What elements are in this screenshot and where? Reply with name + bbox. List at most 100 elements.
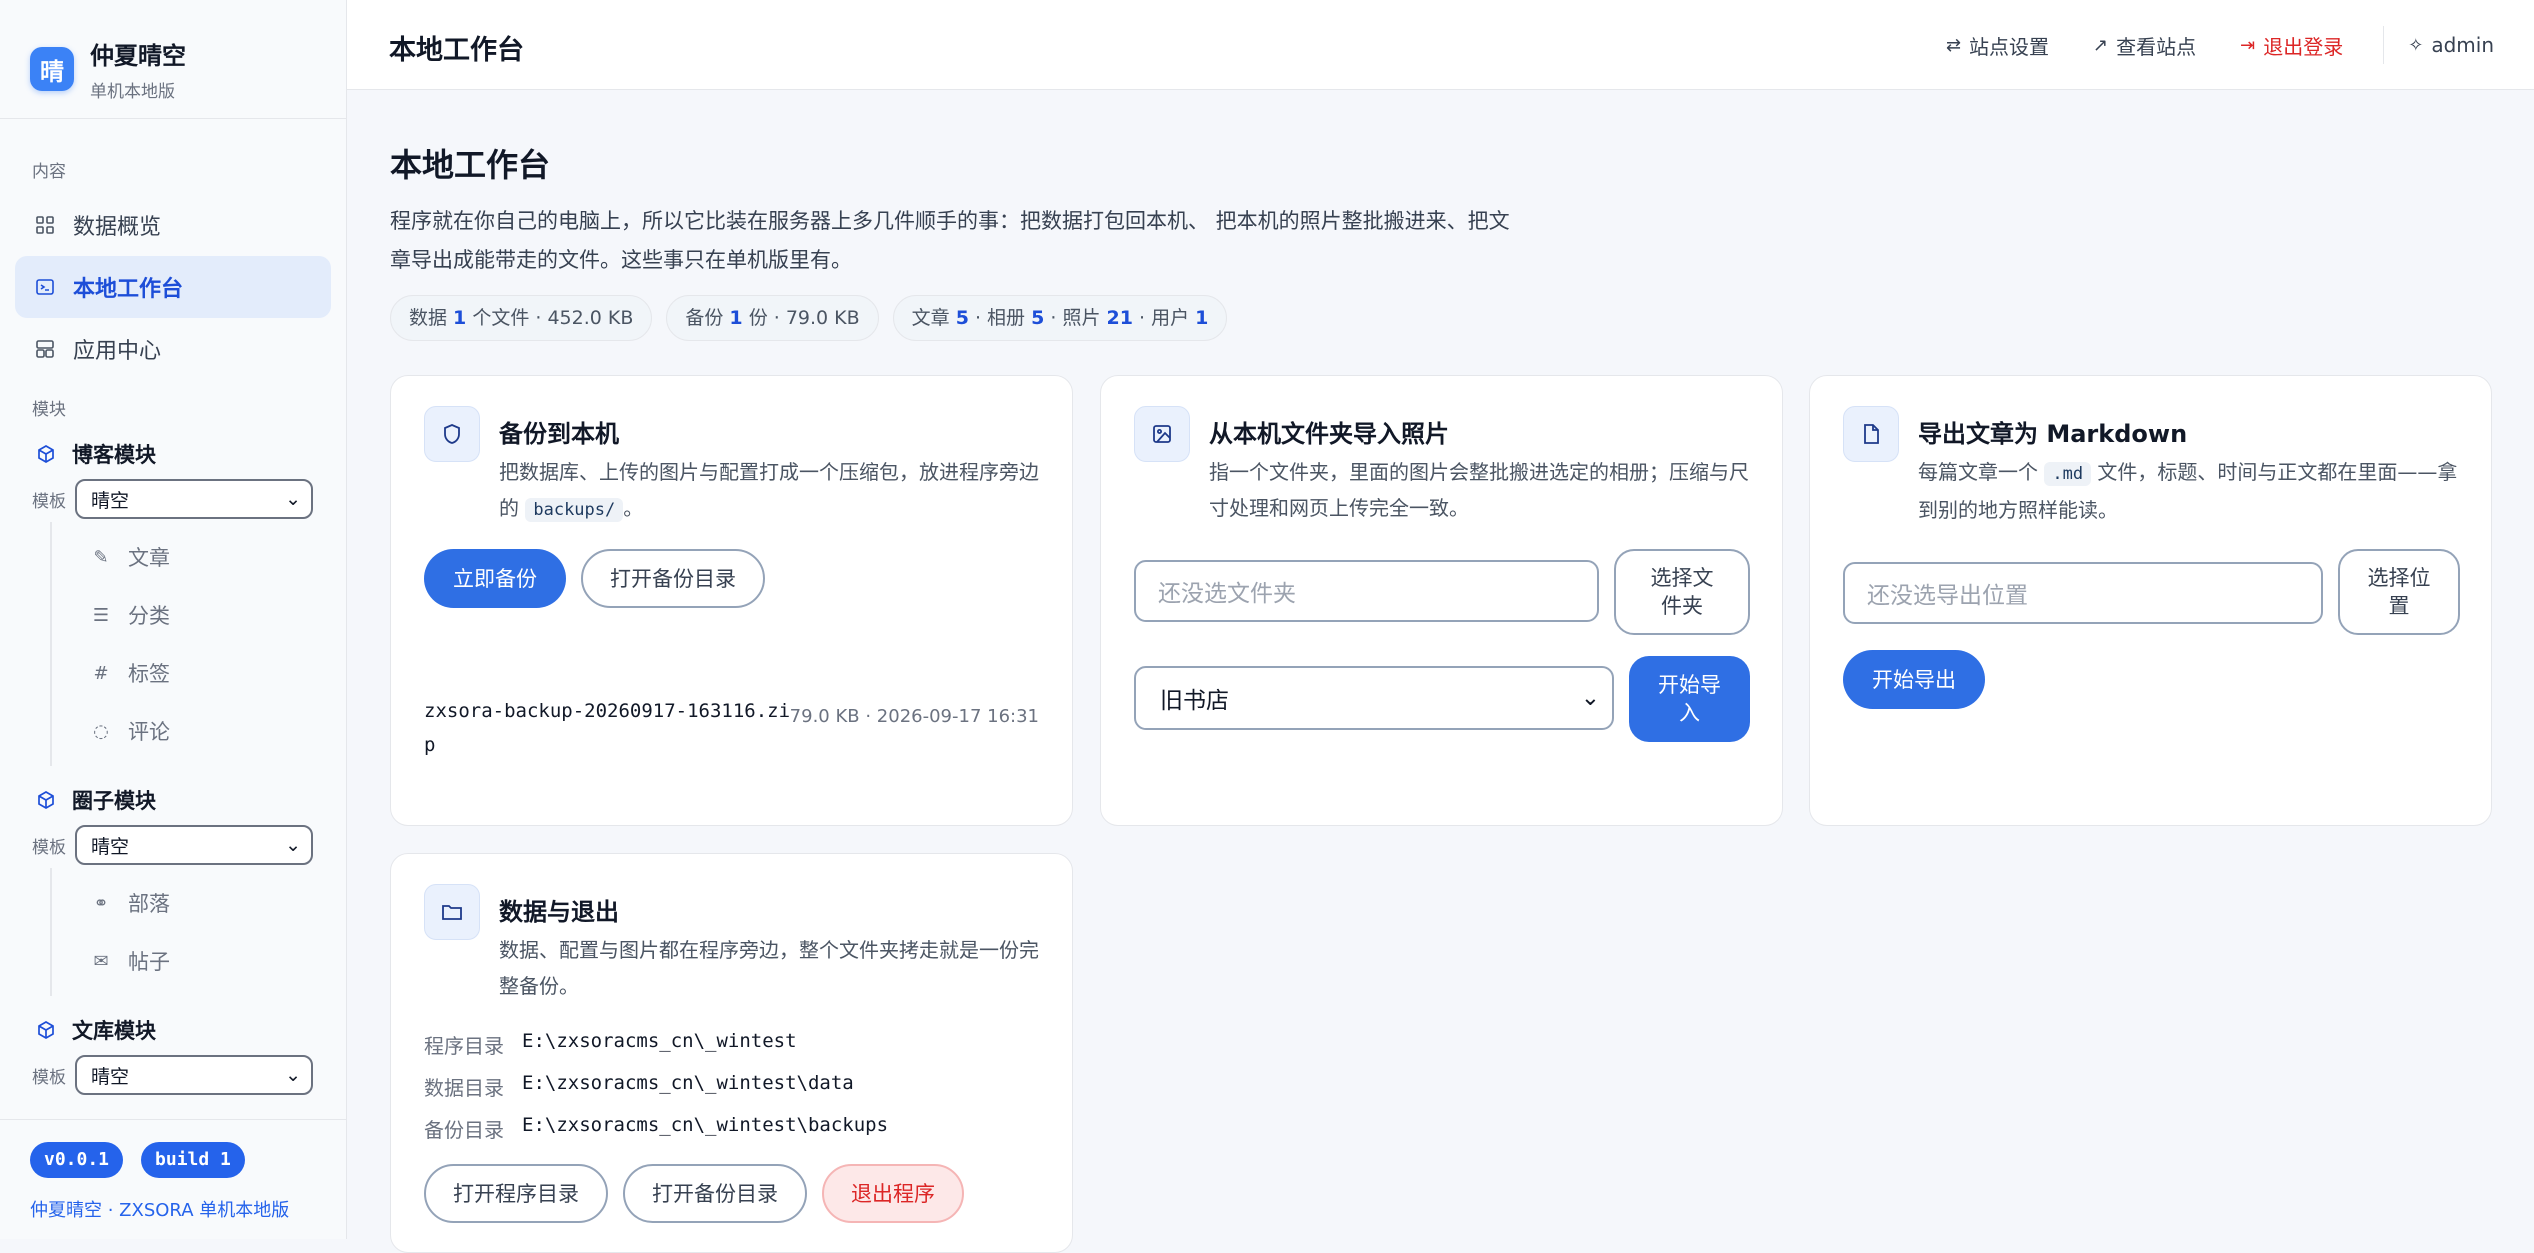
version-badge: v0.0.1 bbox=[30, 1142, 124, 1178]
module-circle[interactable]: 圈子模块 bbox=[0, 778, 346, 822]
module-library[interactable]: 文库模块 bbox=[0, 1008, 346, 1052]
sidebar-item-tags[interactable]: # 标签 bbox=[52, 644, 346, 702]
template-select-circle[interactable]: 晴空 ⌄ bbox=[75, 825, 313, 865]
card-description: 数据、配置与图片都在程序旁边，整个文件夹拷走就是一份完整备份。 bbox=[499, 938, 1039, 998]
list-icon: ☰ bbox=[92, 604, 110, 626]
code-snippet: backups/ bbox=[525, 498, 624, 522]
folder-path-input[interactable]: 还没选文件夹 bbox=[1134, 560, 1599, 622]
brand-logo: 晴 bbox=[30, 47, 74, 91]
view-site-label: 查看站点 bbox=[2116, 34, 2197, 59]
template-value: 晴空 bbox=[91, 835, 130, 858]
open-backup-dir-button[interactable]: 打开备份目录 bbox=[581, 549, 765, 608]
pencil-icon: ✎ bbox=[93, 546, 109, 568]
sidebar-footer: v0.0.1 build 1 仲夏晴空 · ZXSORA 单机本地版 bbox=[0, 1119, 346, 1239]
apps-icon bbox=[36, 340, 54, 358]
site-settings-link[interactable]: ⇄ 站点设置 bbox=[1946, 31, 2049, 60]
choose-folder-button[interactable]: 选择文 件夹 bbox=[1614, 549, 1750, 635]
card-description: 把数据库、上传的图片与配置打成一个压缩包，放进程序旁边的 backups/。 bbox=[499, 460, 1039, 522]
template-label: 模板 bbox=[32, 491, 66, 512]
header-actions: ⇄ 站点设置 ↗ 查看站点 ⇥ 退出登录 ✧ admin bbox=[1902, 0, 2494, 90]
sidebar-item-threads[interactable]: ✉ 帖子 bbox=[52, 932, 346, 990]
sparkle-icon: ✧ bbox=[2408, 34, 2424, 56]
section-title-modules: 模块 bbox=[32, 400, 66, 420]
card-title: 数据与退出 bbox=[499, 898, 619, 926]
cube-icon bbox=[38, 791, 54, 809]
choose-location-button[interactable]: 选择位置 bbox=[2338, 549, 2460, 635]
link-icon: ⚭ bbox=[93, 892, 109, 914]
view-site-link[interactable]: ↗ 查看站点 bbox=[2093, 31, 2196, 60]
page-title: 本地工作台 bbox=[390, 146, 551, 184]
album-select[interactable]: 旧书店 ⌄ bbox=[1134, 666, 1614, 730]
backup-card: 备份到本机 把数据库、上传的图片与配置打成一个压缩包，放进程序旁边的 backu… bbox=[390, 375, 1073, 826]
module-blog[interactable]: 博客模块 bbox=[0, 432, 346, 476]
hash-icon: # bbox=[93, 662, 109, 684]
backup-now-button[interactable]: 立即备份 bbox=[424, 549, 566, 608]
start-import-button[interactable]: 开始导入 bbox=[1629, 656, 1750, 742]
header-title: 本地工作台 bbox=[389, 35, 524, 66]
sliders-icon: ⇄ bbox=[1945, 34, 1962, 56]
chevron-down-icon: ⌄ bbox=[285, 1064, 301, 1086]
template-row: 模板 晴空 ⌄ bbox=[0, 822, 346, 868]
data-dir-row: 数据目录 E:\zxsoracms_cn\_wintest\data bbox=[424, 1072, 854, 1100]
file-icon bbox=[1843, 406, 1899, 462]
logout-link[interactable]: ⇥ 退出登录 bbox=[2240, 31, 2343, 60]
grid-icon bbox=[36, 216, 54, 234]
sidebar-item-categories[interactable]: ☰ 分类 bbox=[52, 586, 346, 644]
brand[interactable]: 晴 仲夏晴空 单机本地版 bbox=[30, 36, 186, 102]
sidebar-item-label: 本地工作台 bbox=[73, 277, 184, 302]
footer-text: 仲夏晴空 · ZXSORA 单机本地版 bbox=[30, 1200, 290, 1221]
terminal-icon bbox=[36, 279, 54, 295]
folder-icon bbox=[424, 884, 480, 940]
template-row: 模板 晴空 ⌄ bbox=[0, 476, 346, 522]
sidebar-item-label: 应用中心 bbox=[73, 339, 162, 364]
sub-item-label: 分类 bbox=[128, 604, 170, 628]
open-backup-dir-button[interactable]: 打开备份目录 bbox=[623, 1164, 807, 1223]
export-markdown-card: 导出文章为 Markdown 每篇文章一个 .md 文件，标题、时间与正文都在里… bbox=[1809, 375, 2492, 826]
stat-content: 文章 5 · 相册 5 · 照片 21 · 用户 1 bbox=[892, 295, 1228, 341]
sidebar-item-posts[interactable]: ✎ 文章 bbox=[52, 528, 346, 586]
sidebar-item-app-center[interactable]: 应用中心 bbox=[15, 318, 331, 380]
top-header: 本地工作台 ⇄ 站点设置 ↗ 查看站点 ⇥ 退出登录 ✧ admin bbox=[347, 0, 2534, 90]
sidebar-item-tribes[interactable]: ⚭ 部落 bbox=[52, 874, 346, 932]
site-settings-label: 站点设置 bbox=[1969, 34, 2050, 59]
sidebar: 晴 仲夏晴空 单机本地版 内容 数据概览 本地工作台 应用中心 模块 博客模块 … bbox=[0, 0, 347, 1239]
module-name: 圈子模块 bbox=[72, 789, 156, 813]
template-select-blog[interactable]: 晴空 ⌄ bbox=[75, 479, 313, 519]
template-label: 模板 bbox=[32, 837, 66, 858]
data-exit-card: 数据与退出 数据、配置与图片都在程序旁边，整个文件夹拷走就是一份完整备份。 程序… bbox=[390, 853, 1073, 1253]
sidebar-item-overview[interactable]: 数据概览 bbox=[15, 194, 331, 256]
stat-data: 数据 1 个文件 · 452.0 KB bbox=[390, 295, 653, 341]
image-icon bbox=[1134, 406, 1190, 462]
external-link-icon: ↗ bbox=[2093, 34, 2109, 56]
card-title: 备份到本机 bbox=[499, 420, 619, 448]
template-row: 模板 晴空 ⌄ bbox=[0, 1052, 346, 1098]
card-description: 指一个文件夹，里面的图片会整批搬进选定的相册；压缩与尺寸处理和网页上传完全一致。 bbox=[1209, 460, 1749, 520]
import-photos-card: 从本机文件夹导入照片 指一个文件夹，里面的图片会整批搬进选定的相册；压缩与尺寸处… bbox=[1100, 375, 1783, 826]
chevron-down-icon: ⌄ bbox=[1580, 685, 1600, 711]
section-title-content: 内容 bbox=[32, 162, 66, 182]
main-content: 本地工作台 程序就在你自己的电脑上，所以它比装在服务器上多几件顺手的事：把数据打… bbox=[390, 90, 2500, 1253]
sidebar-item-comments[interactable]: ◌ 评论 bbox=[52, 702, 346, 760]
sidebar-item-label: 数据概览 bbox=[73, 215, 162, 240]
sidebar-item-local-workbench[interactable]: 本地工作台 bbox=[15, 256, 331, 318]
exit-program-button[interactable]: 退出程序 bbox=[822, 1164, 964, 1223]
comment-icon: ◌ bbox=[93, 720, 109, 742]
cube-icon bbox=[38, 445, 54, 463]
backup-file-name[interactable]: zxsora-backup-20260917-163116.zi p bbox=[424, 694, 790, 762]
user-menu[interactable]: ✧ admin bbox=[2408, 33, 2494, 57]
open-program-dir-button[interactable]: 打开程序目录 bbox=[424, 1164, 608, 1223]
mail-icon: ✉ bbox=[93, 950, 109, 972]
logout-label: 退出登录 bbox=[2263, 34, 2344, 59]
module-name: 文库模块 bbox=[72, 1019, 156, 1043]
cube-icon bbox=[38, 1021, 54, 1039]
module-name: 博客模块 bbox=[72, 443, 156, 467]
start-export-button[interactable]: 开始导出 bbox=[1843, 650, 1985, 709]
backup-dir-row: 备份目录 E:\zxsoracms_cn\_wintest\backups bbox=[424, 1114, 889, 1142]
sub-item-label: 评论 bbox=[128, 720, 170, 744]
template-select-library[interactable]: 晴空 ⌄ bbox=[75, 1055, 313, 1095]
code-snippet: .md bbox=[2044, 462, 2092, 486]
export-location-input[interactable]: 还没选导出位置 bbox=[1843, 562, 2323, 624]
card-title: 导出文章为 Markdown bbox=[1918, 420, 2188, 448]
sidebar-nav: 内容 数据概览 本地工作台 应用中心 模块 博客模块 模板 晴空 ⌄ ✎ 文章 bbox=[0, 150, 346, 1120]
card-description: 每篇文章一个 .md 文件，标题、时间与正文都在里面——拿到别的地方照样能读。 bbox=[1918, 460, 2458, 522]
